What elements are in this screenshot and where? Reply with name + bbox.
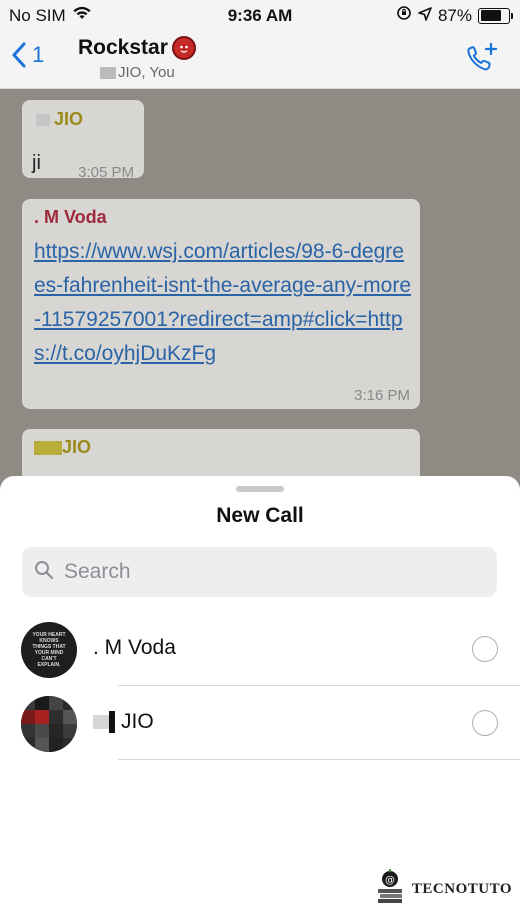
message-sender: JIO bbox=[36, 109, 83, 130]
redacted-avatar-pixels bbox=[100, 66, 116, 79]
back-chevron-icon bbox=[12, 42, 26, 68]
avatar-quote-text: YOUR HEART KNOWS THINGS THAT YOUR MIND C… bbox=[32, 632, 66, 668]
redacted-pixels bbox=[34, 440, 62, 455]
message-bubble[interactable]: . M Voda https://www.wsj.com/articles/98… bbox=[22, 199, 420, 409]
redacted-pixels bbox=[36, 113, 50, 126]
message-sender-name: JIO bbox=[62, 437, 92, 457]
message-text: ji bbox=[32, 152, 41, 174]
message-link[interactable]: https://www.wsj.com/articles/98-6-degree… bbox=[34, 235, 414, 371]
avatar: YOUR HEART KNOWS THINGS THAT YOUR MIND C… bbox=[21, 622, 77, 678]
lock-rotation-icon bbox=[396, 5, 412, 26]
message-sender: JIO bbox=[34, 437, 91, 458]
redacted-pixels bbox=[109, 711, 115, 733]
chat-header: 1 Rockstar JIO, You bbox=[0, 30, 520, 89]
watermark: @ TECNOTUTO bbox=[374, 869, 512, 910]
message-time: 3:16 PM bbox=[354, 387, 410, 404]
message-sender-name: . M Voda bbox=[34, 207, 107, 227]
chat-participants: JIO, You bbox=[100, 64, 175, 81]
contact-name: JIO bbox=[121, 710, 154, 733]
chat-title-group[interactable]: Rockstar bbox=[78, 36, 196, 60]
chat-title: Rockstar bbox=[78, 36, 168, 59]
sheet-grabber[interactable] bbox=[236, 486, 284, 492]
status-right: 87% bbox=[396, 5, 513, 26]
contact-name: . M Voda bbox=[93, 636, 176, 659]
battery-icon bbox=[478, 7, 513, 24]
redacted-pixels bbox=[93, 715, 109, 729]
search-icon bbox=[34, 560, 54, 585]
message-bubble[interactable]: JIO ji 3:05 PM bbox=[22, 100, 144, 181]
svg-text:@: @ bbox=[385, 875, 395, 886]
battery-percent: 87% bbox=[437, 5, 472, 25]
contact-row[interactable]: YOUR HEART KNOWS THINGS THAT YOUR MIND C… bbox=[0, 612, 520, 686]
contact-row[interactable]: JIO bbox=[0, 686, 520, 760]
status-bar: No SIM 9:36 AM 87% bbox=[0, 0, 520, 30]
participants-label: JIO, You bbox=[118, 64, 175, 81]
search-input[interactable] bbox=[62, 559, 466, 585]
sheet-title: New Call bbox=[216, 504, 304, 527]
message-time: 3:05 PM bbox=[78, 164, 134, 181]
back-button[interactable]: 1 bbox=[12, 42, 44, 68]
contact-name-group: JIO bbox=[93, 710, 154, 734]
add-call-icon bbox=[467, 42, 498, 71]
tecnotuto-logo-icon: @ bbox=[374, 869, 406, 910]
message-sender-name: JIO bbox=[54, 109, 84, 129]
location-arrow-icon bbox=[418, 6, 432, 26]
divider bbox=[118, 759, 520, 760]
search-bar[interactable] bbox=[22, 547, 497, 597]
new-call-sheet: New Call YOUR HEART KNOWS THINGS THAT YO… bbox=[0, 476, 520, 924]
radio-unselected-icon[interactable] bbox=[472, 636, 498, 662]
add-call-button[interactable] bbox=[464, 42, 498, 79]
chat-background: JIO ji 3:05 PM . M Voda https://www.wsj.… bbox=[0, 89, 520, 489]
radio-unselected-icon[interactable] bbox=[472, 710, 498, 736]
watermark-text: TECNOTUTO bbox=[411, 881, 512, 897]
avatar bbox=[21, 696, 77, 752]
unread-count: 1 bbox=[32, 42, 45, 67]
devil-emoji-icon bbox=[171, 36, 196, 60]
